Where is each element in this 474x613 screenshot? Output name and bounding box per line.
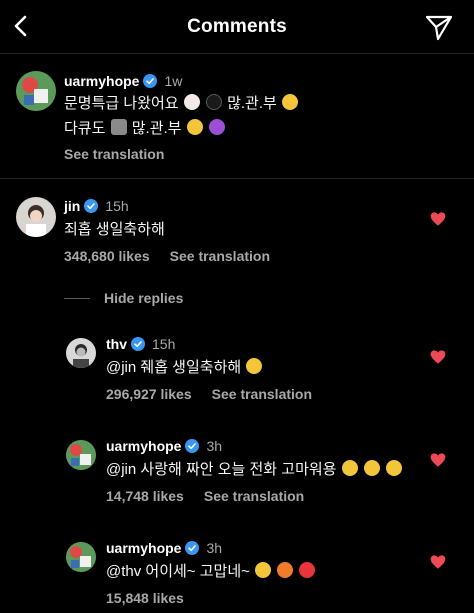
see-translation-link[interactable]: See translation [64,146,164,162]
avatar[interactable] [16,197,56,237]
likes-count[interactable]: 348,680 likes [64,248,150,264]
username[interactable]: thv [106,336,127,352]
timestamp: 15h [152,336,176,352]
timestamp: 1w [164,73,183,89]
heart-eyes-emoji-icon [255,562,272,578]
username[interactable]: jin [64,198,80,214]
heart-eyes-emoji-icon [363,460,380,476]
comment-text: 죄홉 생일축하해 [64,221,165,238]
username[interactable]: uarmyhope [106,438,181,454]
heart-icon[interactable] [430,349,446,365]
rabbit-emoji-icon [183,94,200,110]
star-struck-emoji-icon [341,460,358,476]
purple-heart-emoji-icon [208,119,225,135]
page-title: Comments [187,15,287,37]
comments-header: Comments [0,0,474,54]
timestamp: 3h [206,438,223,454]
divider [64,297,90,299]
pleading-face-emoji-icon [186,119,203,135]
avatar[interactable] [16,71,56,111]
heart-icon[interactable] [430,211,446,227]
see-translation-link[interactable]: See translation [170,248,270,264]
timestamp: 3h [206,540,223,556]
username[interactable]: uarmyhope [106,540,181,556]
smiling-hearts-emoji-icon [386,460,402,476]
camera-emoji-icon [110,119,127,135]
heart-icon[interactable] [430,554,446,570]
red-heart-emoji-icon [299,562,316,578]
verified-badge-icon [84,199,99,213]
hide-replies-button[interactable]: Hide replies [64,290,183,306]
timestamp: 15h [105,198,129,214]
see-translation-link[interactable]: See translation [212,386,312,402]
grinning-squint-emoji-icon [246,358,263,374]
comment-text: @jin 줴홉 생일축하해 [106,356,263,380]
winking-tongue-emoji-icon [282,94,299,110]
verified-badge-icon [185,541,200,555]
see-translation-link[interactable]: See translation [204,488,304,504]
heart-icon[interactable] [430,452,446,468]
post-caption: uarmyhope 1w 문명특급 나왔어요 많.관.부 다큐도 많.관.부 S… [0,55,474,179]
verified-badge-icon [131,337,145,351]
fire-emoji-icon [277,562,294,578]
caption-text-line-1: 문명특급 나왔어요 많.관.부 [64,92,299,116]
likes-count[interactable]: 14,748 likes [106,488,184,504]
caption-text-line-2: 다큐도 많.관.부 [64,117,226,141]
avatar[interactable] [66,338,96,368]
username[interactable]: uarmyhope [64,73,139,89]
black-heart-emoji-icon [205,94,222,110]
verified-badge-icon [185,439,200,453]
verified-badge-icon [143,74,158,88]
comment-text: @jin 사랑해 짜안 오늘 전화 고마워용 [106,458,403,482]
caption-author-line: uarmyhope 1w [64,73,182,89]
likes-count[interactable]: 15,848 likes [106,590,184,606]
likes-count[interactable]: 296,927 likes [106,386,192,402]
send-icon[interactable] [424,12,454,42]
back-arrow-icon[interactable] [9,13,35,39]
comment-text: @thv 어이세~ 고맙네~ [106,560,316,584]
avatar[interactable] [66,542,96,572]
avatar[interactable] [66,440,96,470]
